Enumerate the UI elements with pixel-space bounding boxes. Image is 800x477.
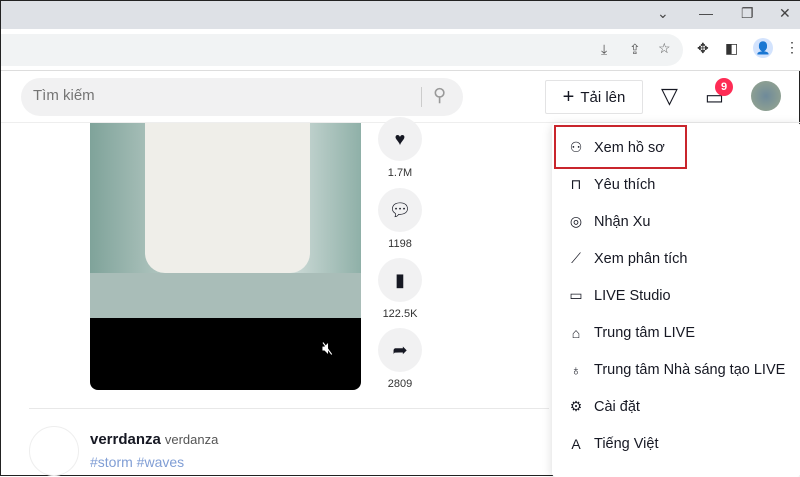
plus-icon: + — [562, 85, 575, 108]
author-avatar[interactable] — [29, 426, 79, 476]
profile-icon[interactable]: 👤 — [753, 38, 773, 58]
menu-item-coin[interactable]: ◎ Nhận Xu — [552, 203, 800, 240]
star-icon[interactable]: ☆ — [658, 40, 671, 57]
video-player[interactable]: 🔇︎ — [90, 123, 361, 390]
bookmark-button[interactable]: ▮ 122.5K — [378, 258, 422, 320]
upload-label: Tải lên — [580, 88, 626, 106]
upload-button[interactable]: + Tải lên — [545, 80, 643, 114]
gear-icon: ⚙ — [569, 398, 583, 414]
lightbulb-icon: ♁ — [570, 361, 582, 378]
video-frame — [90, 123, 361, 318]
nickname: verdanza — [164, 432, 219, 447]
search-icon[interactable]: ⚲ — [433, 85, 446, 106]
menu-item-label: Cài đặt — [594, 398, 640, 415]
browser-toolbar: ⤓ ⇪ ☆ ✥ ◧ 👤 ⋮ — [1, 29, 800, 71]
comment-count: 1198 — [388, 238, 412, 250]
author-name[interactable]: verrdanza verdanza — [90, 431, 218, 448]
menu-item-label: Nhận Xu — [594, 213, 651, 230]
menu-item-live-camera[interactable]: ▭ LIVE Studio — [552, 277, 800, 314]
share-icon: ➦ — [378, 328, 422, 372]
minimize-icon[interactable]: — — [699, 5, 713, 21]
address-bar[interactable] — [1, 34, 683, 66]
live-camera-icon: ▭ — [569, 287, 583, 303]
desk — [90, 273, 361, 318]
menu-item-label: Yêu thích — [594, 176, 656, 193]
menu-item-gear[interactable]: ⚙ Cài đặt — [552, 388, 800, 425]
username: verrdanza — [90, 431, 161, 448]
menu-item-label: Tiếng Việt — [594, 435, 659, 452]
mute-icon[interactable]: 🔇︎ — [322, 338, 333, 359]
menu-item-live-home[interactable]: ⌂ Trung tâm LIVE — [552, 314, 800, 351]
live-home-icon: ⌂ — [571, 324, 581, 341]
extensions-icon[interactable]: ✥ — [697, 40, 709, 57]
messages-icon[interactable]: ▽ — [661, 83, 678, 109]
profile-dropdown-menu: ⚇ Xem hồ sơ ⊓ Yêu thích ◎ Nhận Xu ⟋ Xem phân tí… — [552, 123, 800, 477]
divider — [29, 408, 549, 409]
chevron-down-icon[interactable]: ⌄ — [657, 5, 669, 22]
browser-titlebar: ⌄ — ❐ ✕ — [1, 1, 800, 29]
bookmark-icon: ▮ — [378, 258, 422, 302]
comment-icon: 💬︎ — [378, 188, 422, 232]
analytics-icon: ⟋ — [571, 250, 581, 266]
menu-item-label: Trung tâm LIVE — [594, 324, 696, 341]
coin-icon: ◎ — [569, 213, 583, 229]
share-icon[interactable]: ⇪ — [629, 41, 641, 58]
comment-button[interactable]: 💬︎ 1198 — [378, 188, 422, 250]
restore-icon[interactable]: ❐ — [741, 5, 754, 22]
sidepanel-icon[interactable]: ◧ — [725, 40, 738, 57]
close-icon[interactable]: ✕ — [779, 5, 791, 22]
presenter — [145, 123, 310, 273]
inbox-badge: 9 — [715, 78, 733, 96]
search-input[interactable] — [33, 87, 413, 104]
menu-item-label: Xem phân tích — [594, 250, 688, 267]
bookmark-count: 122.5K — [382, 308, 418, 320]
menu-item-lightbulb[interactable]: ♁ Trung tâm Nhà sáng tạo LIVE — [552, 351, 800, 388]
menu-item-label: LIVE Studio — [594, 287, 671, 304]
search-box: ⚲ — [21, 78, 463, 116]
avatar[interactable] — [751, 81, 781, 111]
install-icon[interactable]: ⤓ — [601, 41, 607, 58]
divider — [421, 87, 422, 107]
menu-item-label: Trung tâm Nhà sáng tạo LIVE — [594, 361, 786, 378]
hashtags[interactable]: #storm #waves — [90, 454, 184, 470]
share-button[interactable]: ➦ 2809 — [378, 328, 422, 390]
bookmark-icon: ⊓ — [570, 176, 582, 192]
menu-item-bookmark[interactable]: ⊓ Yêu thích — [552, 166, 800, 203]
menu-dots-icon[interactable]: ⋮ — [785, 39, 799, 56]
site-header: ⚲ + Tải lên ▽ ▭ — [1, 71, 800, 123]
menu-item-analytics[interactable]: ⟋ Xem phân tích — [552, 240, 800, 277]
highlight-box — [554, 125, 687, 169]
share-count: 2809 — [387, 378, 413, 390]
heart-icon: ♥ — [378, 117, 422, 161]
language-icon: A — [571, 435, 581, 452]
like-button[interactable]: ♥ 1.7M — [378, 117, 422, 179]
like-count: 1.7M — [387, 167, 413, 179]
menu-item-language[interactable]: A Tiếng Việt — [552, 425, 800, 462]
